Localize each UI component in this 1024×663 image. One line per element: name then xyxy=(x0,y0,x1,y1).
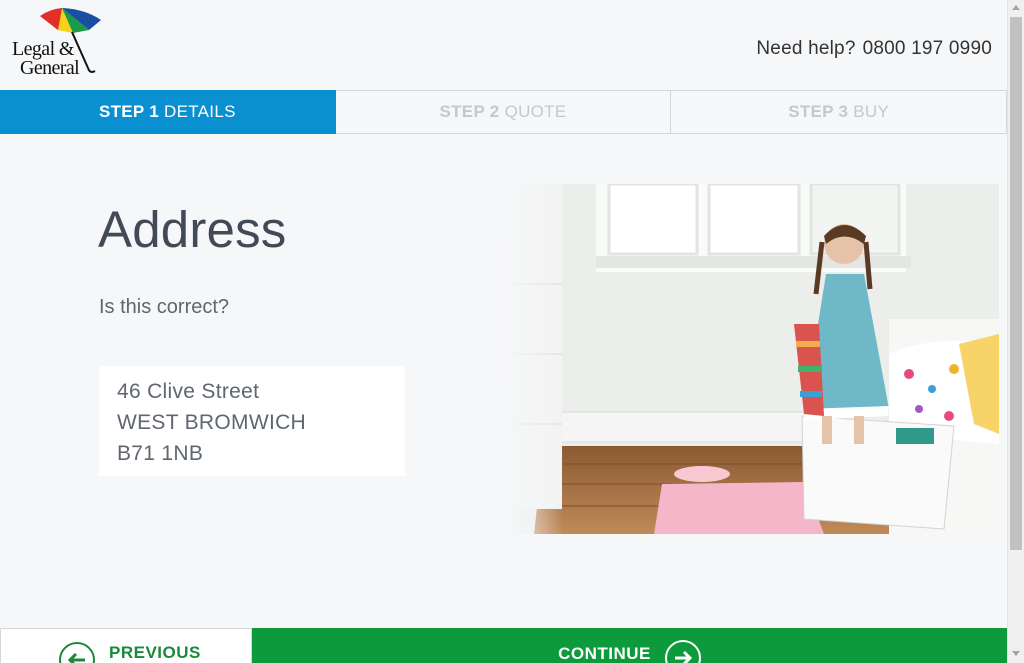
address-card: 46 Clive Street WEST BROMWICH B71 1NB xyxy=(99,366,405,476)
previous-button[interactable]: PREVIOUS xyxy=(0,628,252,663)
continue-button[interactable]: CONTINUE xyxy=(252,628,1007,663)
page-title: Address xyxy=(98,201,287,258)
vertical-scrollbar[interactable] xyxy=(1007,0,1024,663)
legal-general-logo[interactable]: Legal & General xyxy=(10,8,105,80)
scroll-up-arrow-icon[interactable] xyxy=(1012,5,1020,10)
scroll-down-arrow-icon[interactable] xyxy=(1012,651,1020,656)
progress-steps: STEP 1 DETAILS STEP 2 QUOTE STEP 3 BUY xyxy=(0,90,1008,134)
continue-label: CONTINUE xyxy=(558,644,651,663)
previous-label: PREVIOUS xyxy=(109,643,201,662)
logo-wordmark: Legal & General xyxy=(12,39,80,79)
header: Legal & General Need help? 0800 197 0990 xyxy=(0,0,1007,90)
step-buy[interactable]: STEP 3 BUY xyxy=(671,90,1008,134)
help-contact: Need help? 0800 197 0990 xyxy=(756,38,992,60)
confirm-question: Is this correct? xyxy=(99,296,230,318)
step-3-label: BUY xyxy=(853,102,890,121)
arrow-right-icon xyxy=(664,640,701,663)
step-2-label: QUOTE xyxy=(504,102,567,121)
step-3-number: STEP 3 xyxy=(788,102,849,121)
step-2-number: STEP 2 xyxy=(439,102,500,121)
page: Legal & General Need help? 0800 197 0990 … xyxy=(0,0,1008,663)
step-1-number: STEP 1 xyxy=(98,102,160,121)
hero-image-girl-bedroom xyxy=(504,184,999,534)
address-line-3: B71 1NB xyxy=(117,442,204,465)
help-phone-link[interactable]: 0800 197 0990 xyxy=(863,38,992,59)
step-quote[interactable]: STEP 2 QUOTE xyxy=(335,90,672,134)
scrollbar-thumb[interactable] xyxy=(1010,17,1022,550)
step-1-label: DETAILS xyxy=(164,102,236,121)
step-details[interactable]: STEP 1 DETAILS xyxy=(0,90,336,134)
logo-line-2: General xyxy=(20,57,80,79)
arrow-left-icon xyxy=(59,642,95,663)
help-label: Need help? xyxy=(756,38,856,59)
address-line-1: 46 Clive Street xyxy=(117,380,260,403)
address-line-2: WEST BROMWICH xyxy=(117,411,307,434)
